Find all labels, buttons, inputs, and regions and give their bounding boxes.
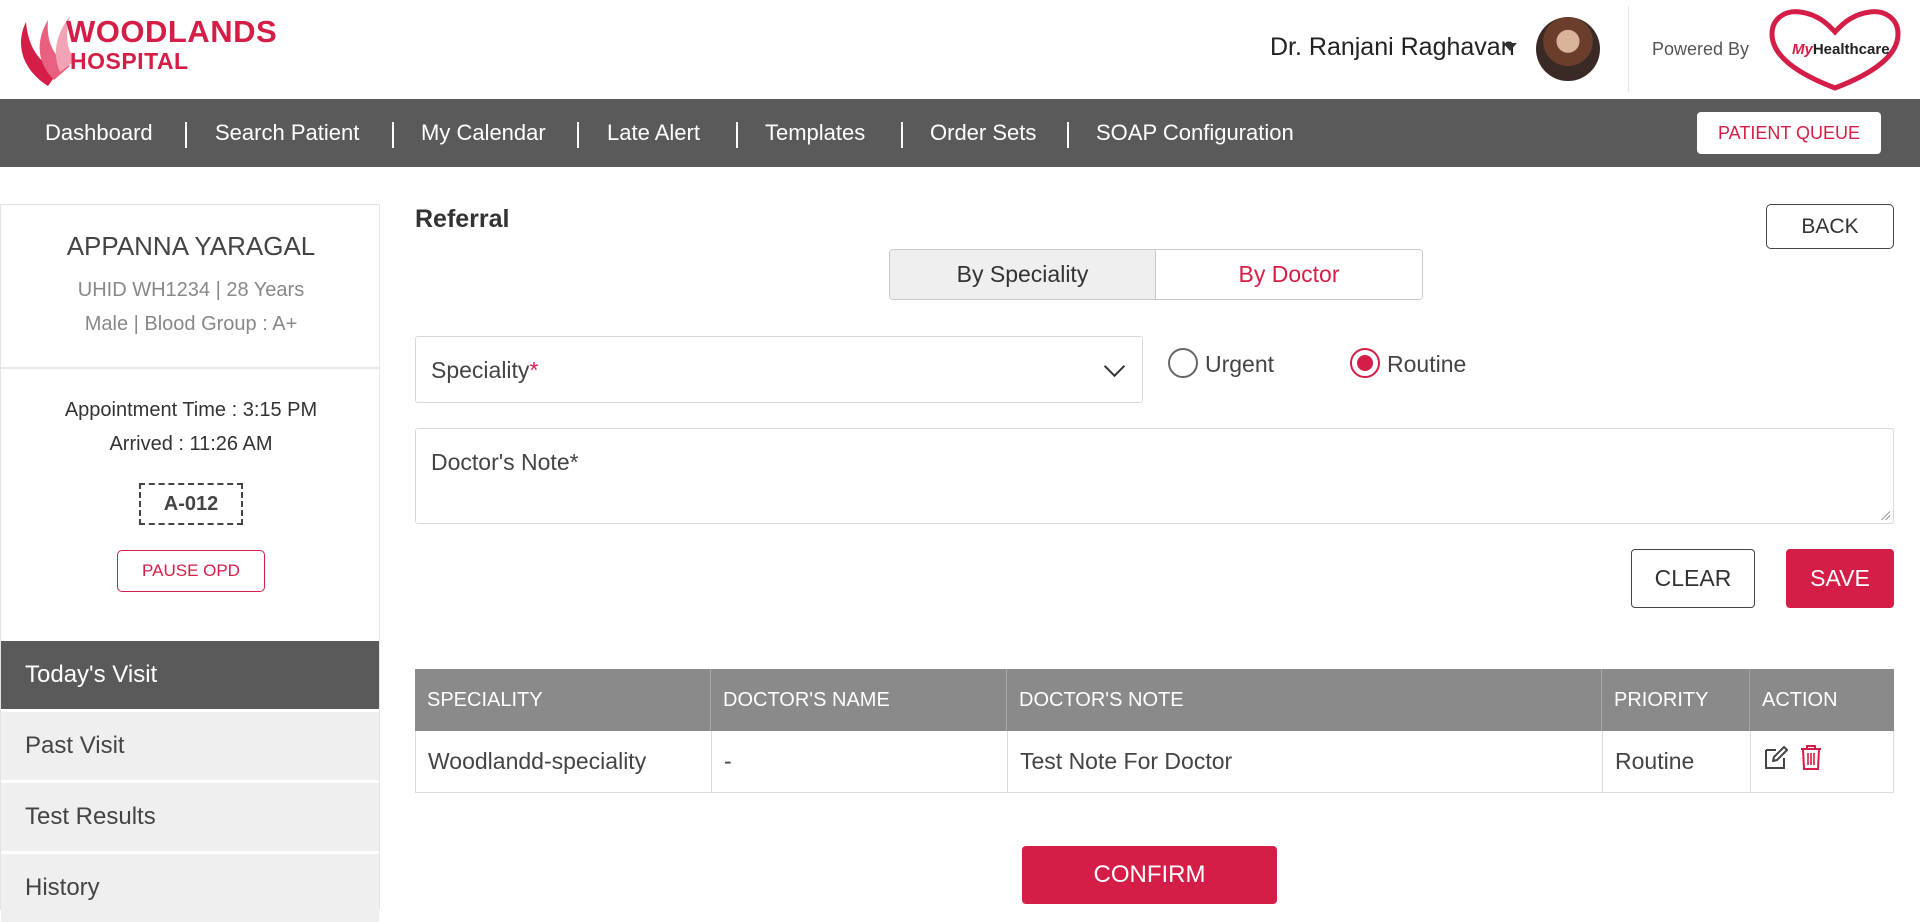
doctors-note-placeholder: Doctor's Note* bbox=[431, 449, 579, 475]
routine-radio-label[interactable]: Routine bbox=[1387, 351, 1466, 378]
speciality-select[interactable]: Speciality* bbox=[415, 336, 1143, 403]
tab-by-doctor[interactable]: By Doctor bbox=[1156, 250, 1422, 299]
patient-name: APPANNA YARAGAL bbox=[66, 231, 316, 261]
nav-item-templates[interactable]: Templates bbox=[765, 99, 865, 167]
nav-separator bbox=[736, 122, 738, 148]
patient-queue-button[interactable]: PATIENT QUEUE bbox=[1697, 112, 1881, 154]
urgent-radio[interactable] bbox=[1168, 348, 1198, 378]
nav-item-late-alert[interactable]: Late Alert bbox=[607, 99, 700, 167]
tab-by-speciality[interactable]: By Speciality bbox=[890, 250, 1156, 299]
user-menu-name[interactable]: Dr. Ranjani Raghavan bbox=[1270, 33, 1515, 62]
sidebar-tab-todays-visit[interactable]: Today's Visit bbox=[1, 641, 379, 709]
chevron-down-icon bbox=[1103, 355, 1126, 378]
nav-separator bbox=[901, 122, 903, 148]
sidebar-tab-history[interactable]: History bbox=[1, 854, 379, 922]
speciality-label-text: Speciality bbox=[431, 357, 530, 383]
urgent-radio-label[interactable]: Urgent bbox=[1205, 351, 1274, 378]
main-nav: Dashboard Search Patient My Calendar Lat… bbox=[0, 99, 1920, 167]
nav-separator bbox=[1067, 122, 1069, 148]
column-header-priority: PRIORITY bbox=[1602, 669, 1750, 731]
caret-down-icon[interactable] bbox=[1503, 43, 1517, 51]
speciality-select-label: Speciality* bbox=[431, 357, 538, 384]
appointment-time: Appointment Time : 3:15 PM bbox=[64, 399, 318, 421]
clear-button[interactable]: CLEAR bbox=[1631, 549, 1755, 608]
app-header: WOODLANDS HOSPITAL Dr. Ranjani Raghavan … bbox=[0, 0, 1920, 99]
token-badge: A-012 bbox=[139, 483, 243, 525]
nav-separator bbox=[185, 122, 187, 148]
nav-item-soap-configuration[interactable]: SOAP Configuration bbox=[1096, 99, 1294, 167]
sidebar-tab-past-visit[interactable]: Past Visit bbox=[1, 712, 379, 780]
doctors-note-textarea[interactable]: Doctor's Note* bbox=[415, 428, 1894, 524]
nav-item-my-calendar[interactable]: My Calendar bbox=[421, 99, 546, 167]
cell-doctor-name: - bbox=[712, 731, 1008, 792]
sidebar-tab-test-results[interactable]: Test Results bbox=[1, 783, 379, 851]
arrived-time: Arrived : 11:26 AM bbox=[109, 433, 273, 455]
cell-priority: Routine bbox=[1603, 731, 1751, 792]
cell-speciality: Woodlandd-speciality bbox=[416, 731, 712, 792]
edit-icon[interactable] bbox=[1763, 745, 1789, 771]
partner-logo-prefix: My bbox=[1792, 41, 1813, 58]
pause-opd-button[interactable]: PAUSE OPD bbox=[117, 550, 265, 592]
powered-by-label: Powered By bbox=[1652, 39, 1750, 59]
page-title: Referral bbox=[415, 205, 510, 233]
table-header: SPECIALITY DOCTOR'S NAME DOCTOR'S NOTE P… bbox=[415, 669, 1894, 731]
partner-logo-suffix: Healthcare bbox=[1812, 41, 1890, 58]
nav-separator bbox=[577, 122, 579, 148]
column-header-speciality: SPECIALITY bbox=[415, 669, 711, 731]
back-button[interactable]: BACK bbox=[1766, 204, 1894, 249]
nav-separator bbox=[392, 122, 394, 148]
table-row: Woodlandd-speciality - Test Note For Doc… bbox=[415, 731, 1894, 793]
column-header-action: ACTION bbox=[1762, 689, 1838, 711]
avatar[interactable] bbox=[1536, 17, 1600, 81]
patient-gender-blood: Male | Blood Group : A+ bbox=[84, 313, 298, 335]
confirm-button[interactable]: CONFIRM bbox=[1022, 846, 1277, 904]
delete-icon[interactable] bbox=[1799, 743, 1823, 771]
partner-logo-text: MyHealthcare bbox=[1792, 41, 1890, 58]
nav-item-order-sets[interactable]: Order Sets bbox=[930, 99, 1036, 167]
referral-mode-toggle: By Speciality By Doctor bbox=[889, 249, 1423, 300]
resize-handle-icon[interactable] bbox=[1880, 510, 1890, 520]
column-header-doctor-name: DOCTOR'S NAME bbox=[711, 669, 1007, 731]
save-button[interactable]: SAVE bbox=[1786, 549, 1894, 608]
patient-sidebar: APPANNA YARAGAL UHID WH1234 | 28 Years M… bbox=[0, 204, 380, 922]
header-divider bbox=[1628, 6, 1629, 92]
column-header-doctor-note: DOCTOR'S NOTE bbox=[1007, 669, 1602, 731]
logo-subtitle: HOSPITAL bbox=[70, 48, 189, 74]
nav-item-dashboard[interactable]: Dashboard bbox=[45, 99, 153, 167]
cell-doctor-note: Test Note For Doctor bbox=[1008, 731, 1603, 792]
required-mark: * bbox=[529, 357, 539, 383]
routine-radio[interactable] bbox=[1350, 348, 1380, 378]
logo-title: WOODLANDS bbox=[66, 14, 278, 49]
sidebar-divider bbox=[1, 367, 379, 369]
patient-uhid-age: UHID WH1234 | 28 Years bbox=[77, 279, 305, 301]
nav-item-search-patient[interactable]: Search Patient bbox=[215, 99, 359, 167]
